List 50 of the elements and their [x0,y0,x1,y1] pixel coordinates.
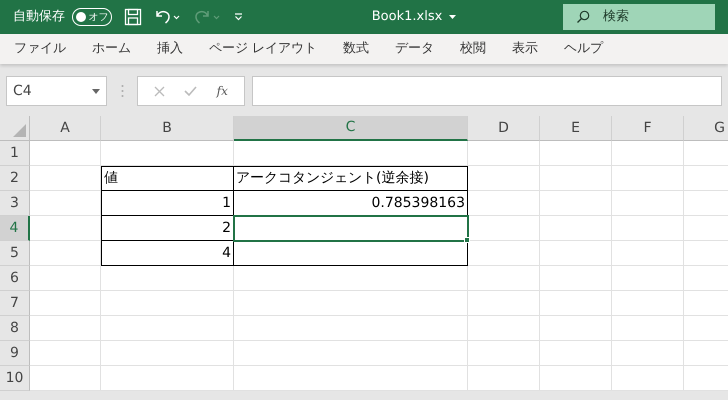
filename[interactable]: Book1.xlsx [372,7,442,27]
menu-tab[interactable]: 校閲 [460,39,486,59]
autosave-toggle[interactable]: オフ [72,8,112,26]
cancel-icon[interactable] [154,86,166,96]
undo-icon[interactable] [154,8,172,26]
table-cell[interactable] [234,241,468,266]
row-header[interactable]: 7 [0,291,30,316]
search-icon [576,10,590,24]
row-header[interactable]: 9 [0,341,30,366]
table-cell[interactable]: 4 [101,241,234,266]
insert-function-button[interactable]: fx [216,82,228,100]
table-cell[interactable]: 1 [101,191,234,216]
menu-tab[interactable]: ファイル [14,39,66,59]
caret-icon[interactable] [448,15,456,19]
select-all-icon[interactable] [12,124,26,137]
menu-tab[interactable]: 表示 [512,39,538,59]
table-cell[interactable]: 0.785398163 [234,191,468,216]
save-icon[interactable] [124,8,142,26]
name-box[interactable]: C4 [6,76,107,106]
column-header[interactable]: D [468,116,540,141]
row-header[interactable]: 2 [0,166,30,191]
column-header[interactable]: F [612,116,684,141]
row-header[interactable]: 8 [0,316,30,341]
row-header[interactable]: 1 [0,141,30,166]
customize-icon[interactable] [234,13,244,21]
menu-tab[interactable]: 数式 [343,39,370,59]
grip-icon [120,84,124,98]
table-cell[interactable]: 2 [101,216,234,241]
column-header[interactable]: E [540,116,612,141]
column-header[interactable]: B [101,116,234,141]
column-header[interactable]: A [30,116,101,141]
row-header[interactable]: 4 [0,216,30,241]
menu-tab[interactable]: ヘルプ [564,39,604,59]
column-header[interactable]: G [684,116,728,141]
check-icon[interactable] [184,86,198,96]
column-header[interactable]: C [234,116,468,141]
autosave-label: 自動保存 [13,8,65,26]
row-header[interactable]: 10 [0,366,30,391]
menu-tab[interactable]: ホーム [92,39,131,59]
table-cell[interactable]: アークコタンジェント(逆余接) [234,166,468,191]
row-header[interactable]: 5 [0,241,30,266]
search-box[interactable]: 検索 [563,4,715,30]
formula-field[interactable] [252,76,722,106]
row-header[interactable]: 3 [0,191,30,216]
menu-tab[interactable]: 挿入 [157,39,183,59]
table-cell[interactable]: 値 [101,166,234,191]
menu-tab[interactable]: ページ レイアウト [209,39,318,59]
table-cell[interactable] [234,216,468,241]
row-header[interactable]: 6 [0,266,30,291]
menu-tab[interactable]: データ [395,39,434,59]
